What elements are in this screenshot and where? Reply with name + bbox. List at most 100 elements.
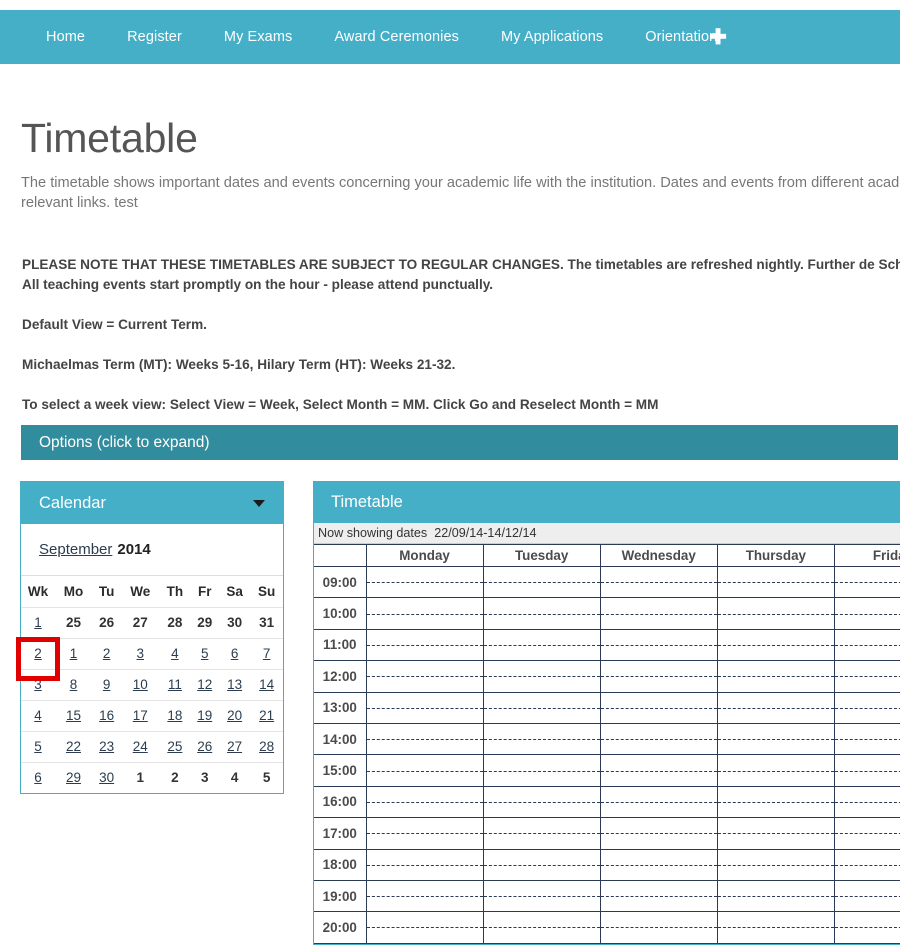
timetable-slot-cell[interactable] bbox=[365, 565, 484, 599]
calendar-day-link[interactable]: 7 bbox=[263, 646, 271, 661]
timetable-slot-cell[interactable] bbox=[833, 597, 900, 630]
nav-item-my-applications[interactable]: My Applications bbox=[501, 30, 603, 45]
calendar-day-link[interactable]: 8 bbox=[70, 677, 78, 692]
timetable-slot-cell[interactable] bbox=[365, 817, 484, 850]
calendar-week-link[interactable]: 2 bbox=[34, 646, 42, 661]
nav-item-home[interactable]: Home bbox=[46, 30, 85, 45]
calendar-week-link[interactable]: 6 bbox=[34, 770, 42, 785]
timetable-slot-cell[interactable] bbox=[599, 817, 718, 850]
calendar-day-cell[interactable]: 7 bbox=[250, 638, 283, 670]
calendar-day-link[interactable]: 9 bbox=[103, 677, 111, 692]
timetable-slot-cell[interactable] bbox=[365, 754, 484, 787]
timetable-slot-cell[interactable] bbox=[716, 722, 835, 756]
calendar-day-cell[interactable]: 26 bbox=[190, 731, 219, 763]
calendar-day-link[interactable]: 19 bbox=[197, 708, 212, 723]
calendar-day-cell[interactable]: 22 bbox=[55, 731, 92, 763]
timetable-slot-cell[interactable] bbox=[482, 848, 601, 881]
timetable-slot-cell[interactable] bbox=[716, 911, 835, 944]
calendar-day-link[interactable]: 25 bbox=[167, 739, 182, 754]
timetable-slot-cell[interactable] bbox=[482, 565, 601, 599]
timetable-slot-cell[interactable] bbox=[833, 722, 900, 756]
timetable-slot-cell[interactable] bbox=[716, 879, 835, 913]
timetable-slot-cell[interactable] bbox=[365, 848, 484, 881]
calendar-day-cell[interactable]: 2 bbox=[91, 638, 122, 670]
timetable-slot-cell[interactable] bbox=[599, 911, 718, 944]
calendar-day-cell[interactable]: 3 bbox=[121, 638, 160, 670]
calendar-day-link[interactable]: 11 bbox=[168, 677, 182, 692]
calendar-day-cell[interactable]: 23 bbox=[91, 731, 122, 763]
timetable-slot-cell[interactable] bbox=[716, 817, 835, 850]
plus-icon[interactable]: ✚ bbox=[709, 27, 727, 48]
timetable-slot-cell[interactable] bbox=[833, 817, 900, 850]
timetable-slot-cell[interactable] bbox=[482, 879, 601, 913]
timetable-slot-cell[interactable] bbox=[716, 785, 835, 819]
calendar-day-cell[interactable]: 13 bbox=[218, 669, 251, 701]
calendar-day-link[interactable]: 22 bbox=[66, 739, 81, 754]
timetable-slot-cell[interactable] bbox=[716, 848, 835, 881]
timetable-slot-cell[interactable] bbox=[599, 628, 718, 662]
timetable-slot-cell[interactable] bbox=[482, 628, 601, 662]
chevron-down-icon[interactable] bbox=[253, 499, 265, 507]
calendar-day-cell[interactable]: 27 bbox=[218, 731, 251, 763]
timetable-slot-cell[interactable] bbox=[599, 722, 718, 756]
calendar-day-link[interactable]: 30 bbox=[99, 770, 114, 785]
calendar-day-cell[interactable]: 10 bbox=[121, 669, 160, 701]
calendar-day-cell[interactable]: 1 bbox=[55, 638, 92, 670]
calendar-day-link[interactable]: 4 bbox=[171, 646, 179, 661]
calendar-day-link[interactable]: 21 bbox=[259, 708, 274, 723]
calendar-day-cell[interactable]: 20 bbox=[218, 700, 251, 732]
calendar-day-link[interactable]: 18 bbox=[167, 708, 182, 723]
calendar-week-number[interactable]: 5 bbox=[21, 731, 55, 763]
calendar-day-cell[interactable]: 15 bbox=[55, 700, 92, 732]
timetable-slot-cell[interactable] bbox=[599, 597, 718, 630]
timetable-slot-cell[interactable] bbox=[365, 911, 484, 944]
calendar-day-cell[interactable]: 4 bbox=[159, 638, 191, 670]
timetable-slot-cell[interactable] bbox=[716, 754, 835, 787]
calendar-day-cell[interactable]: 5 bbox=[190, 638, 219, 670]
calendar-week-number[interactable]: 1 bbox=[21, 607, 55, 639]
nav-item-award-ceremonies[interactable]: Award Ceremonies bbox=[334, 30, 459, 45]
calendar-day-cell[interactable]: 12 bbox=[190, 669, 219, 701]
nav-item-register[interactable]: Register bbox=[127, 30, 182, 45]
timetable-slot-cell[interactable] bbox=[482, 597, 601, 630]
timetable-slot-cell[interactable] bbox=[599, 754, 718, 787]
calendar-day-cell[interactable]: 6 bbox=[218, 638, 251, 670]
timetable-slot-cell[interactable] bbox=[482, 722, 601, 756]
calendar-day-cell[interactable]: 28 bbox=[250, 731, 283, 763]
timetable-slot-cell[interactable] bbox=[833, 879, 900, 913]
calendar-day-link[interactable]: 24 bbox=[133, 739, 148, 754]
calendar-day-cell[interactable]: 30 bbox=[92, 762, 121, 793]
timetable-slot-cell[interactable] bbox=[365, 785, 484, 819]
timetable-slot-cell[interactable] bbox=[833, 660, 900, 693]
timetable-slot-cell[interactable] bbox=[365, 691, 484, 724]
timetable-slot-cell[interactable] bbox=[365, 879, 484, 913]
timetable-slot-cell[interactable] bbox=[482, 817, 601, 850]
timetable-slot-cell[interactable] bbox=[833, 785, 900, 819]
timetable-slot-cell[interactable] bbox=[365, 628, 484, 662]
timetable-slot-cell[interactable] bbox=[599, 565, 718, 599]
timetable-slot-cell[interactable] bbox=[599, 660, 718, 693]
calendar-day-cell[interactable]: 14 bbox=[250, 669, 283, 701]
calendar-day-link[interactable]: 13 bbox=[227, 677, 242, 692]
nav-item-my-exams[interactable]: My Exams bbox=[224, 30, 292, 45]
calendar-week-link[interactable]: 5 bbox=[34, 739, 42, 754]
timetable-slot-cell[interactable] bbox=[482, 785, 601, 819]
calendar-day-link[interactable]: 3 bbox=[137, 646, 145, 661]
timetable-slot-cell[interactable] bbox=[365, 722, 484, 756]
options-expand-bar[interactable]: Options (click to expand) bbox=[21, 425, 898, 460]
timetable-slot-cell[interactable] bbox=[716, 565, 835, 599]
timetable-slot-cell[interactable] bbox=[716, 660, 835, 693]
calendar-day-cell[interactable]: 8 bbox=[55, 669, 92, 701]
timetable-slot-cell[interactable] bbox=[716, 628, 835, 662]
calendar-day-cell[interactable]: 29 bbox=[55, 762, 92, 793]
calendar-day-link[interactable]: 17 bbox=[133, 708, 148, 723]
calendar-day-cell[interactable]: 16 bbox=[91, 700, 122, 732]
calendar-day-link[interactable]: 27 bbox=[227, 739, 242, 754]
calendar-day-link[interactable]: 12 bbox=[197, 677, 212, 692]
calendar-day-cell[interactable]: 17 bbox=[121, 700, 160, 732]
calendar-day-cell[interactable]: 21 bbox=[250, 700, 283, 732]
timetable-slot-cell[interactable] bbox=[599, 785, 718, 819]
timetable-slot-cell[interactable] bbox=[833, 911, 900, 944]
calendar-week-number[interactable]: 2 bbox=[16, 636, 60, 680]
calendar-day-cell[interactable]: 18 bbox=[159, 700, 191, 732]
